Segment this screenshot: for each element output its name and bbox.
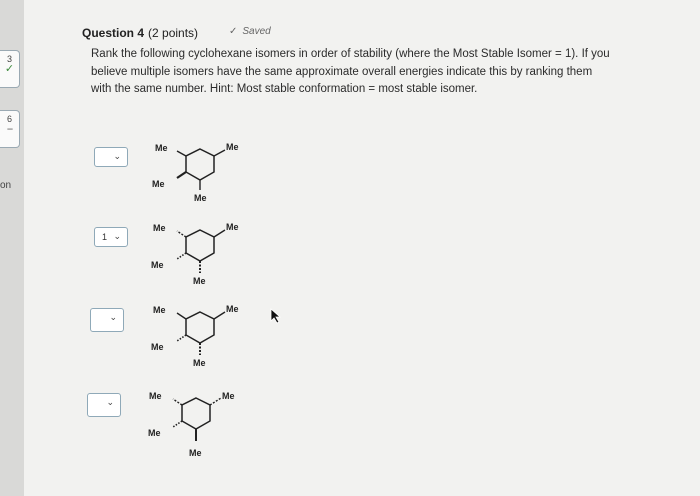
methyl-label: Me xyxy=(151,342,164,352)
cyclohexane-isomer-4: Me Me Me Me xyxy=(146,384,256,469)
chevron-down-icon: ⌄ xyxy=(106,397,114,407)
cyclohexane-isomer-3: Me Me Me Me xyxy=(148,298,258,383)
rank-select-isomer-3[interactable]: ⌄ xyxy=(90,308,124,332)
mouse-pointer-icon xyxy=(270,308,282,324)
left-question-nav: 3 ✓ 6 -- on xyxy=(0,0,24,496)
rank-select-isomer-4[interactable]: ⌄ xyxy=(87,393,121,417)
methyl-label: Me xyxy=(153,223,166,233)
question-3-nav-badge[interactable]: 3 ✓ xyxy=(0,50,20,88)
methyl-label: Me xyxy=(153,305,166,315)
rank-select-isomer-1[interactable]: ⌄ xyxy=(94,147,128,167)
answered-check-icon: ✓ xyxy=(4,63,15,75)
methyl-label: Me xyxy=(194,193,207,203)
question-header: Question 4 (2 points) xyxy=(82,26,198,40)
methyl-label: Me xyxy=(193,358,206,368)
cyclohexane-isomer-2: Me Me Me Me xyxy=(148,216,258,301)
methyl-label: Me xyxy=(152,179,165,189)
methyl-label: Me xyxy=(222,391,235,401)
rank-select-isomer-2[interactable]: 1 ⌄ xyxy=(94,227,128,247)
question-6-nav-badge[interactable]: 6 -- xyxy=(0,110,20,148)
methyl-label: Me xyxy=(149,391,162,401)
unanswered-dash-icon: -- xyxy=(6,123,13,135)
check-icon: ✓ xyxy=(229,26,238,37)
rank-select-value: 1 xyxy=(102,232,108,242)
methyl-label: Me xyxy=(226,222,239,232)
question-panel: Question 4 (2 points) ✓ Saved Rank the fol… xyxy=(24,0,700,496)
saved-status: ✓ Saved xyxy=(229,26,271,37)
saved-label: Saved xyxy=(242,26,271,37)
question-text: Rank the following cyclohexane isomers i… xyxy=(91,48,610,95)
side-text-fragment: on xyxy=(0,180,12,191)
chevron-down-icon: ⌄ xyxy=(109,312,117,322)
methyl-label: Me xyxy=(151,260,164,270)
methyl-label: Me xyxy=(193,276,206,286)
chevron-down-icon: ⌄ xyxy=(113,151,121,161)
methyl-label: Me xyxy=(226,304,239,314)
methyl-label: Me xyxy=(148,428,161,438)
question-points: (2 points) xyxy=(148,26,199,40)
question-title: Question 4 xyxy=(82,26,145,40)
cyclohexane-isomer-1: Me Me Me Me xyxy=(150,136,260,219)
methyl-label: Me xyxy=(155,143,168,153)
methyl-label: Me xyxy=(189,448,202,458)
chevron-down-icon: ⌄ xyxy=(113,231,121,241)
methyl-label: Me xyxy=(226,142,239,152)
